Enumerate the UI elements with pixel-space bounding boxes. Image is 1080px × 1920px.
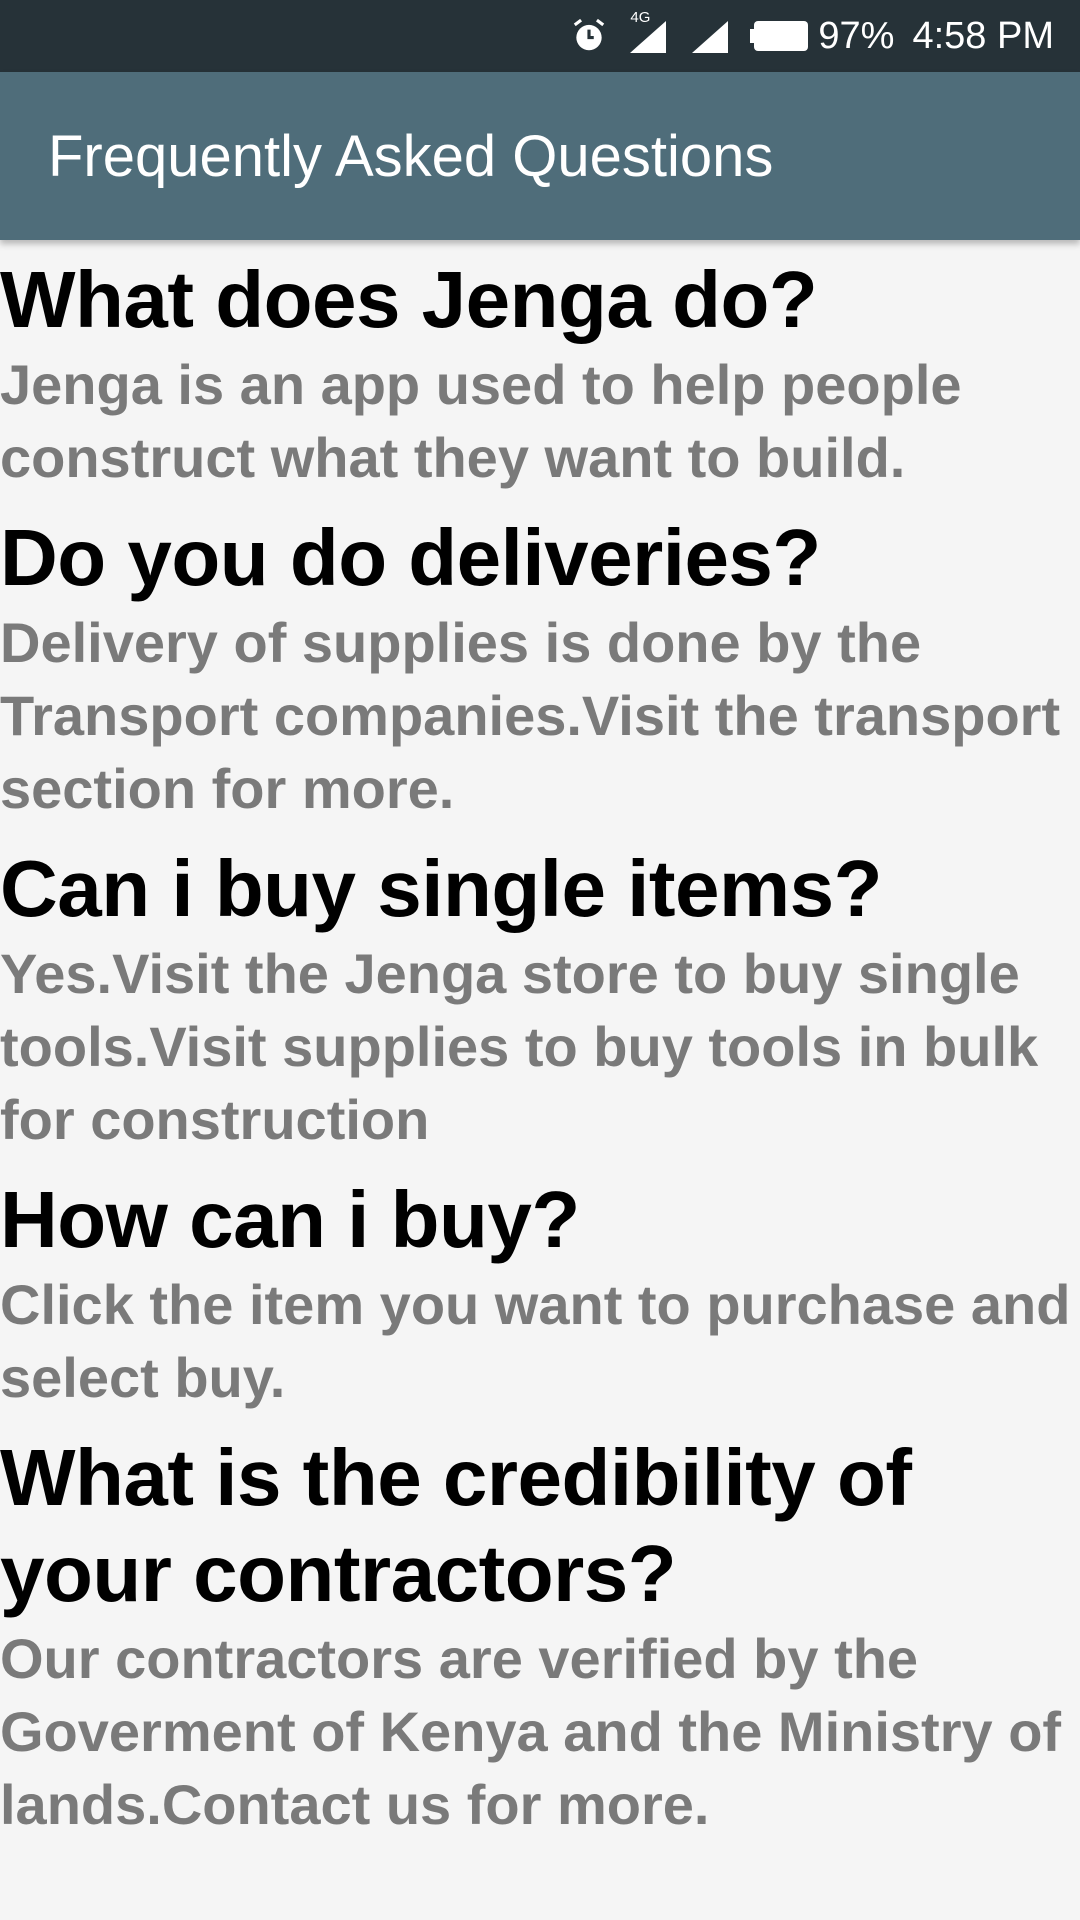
signal-icon: 4G [626, 9, 670, 55]
faq-item: What does Jenga do? Jenga is an app used… [0, 240, 1080, 498]
faq-question: What is the credibility of your contract… [0, 1433, 912, 1618]
faq-item: How can i buy? Click the item you want t… [0, 1160, 1080, 1418]
alarm-icon [570, 17, 608, 55]
signal-icon [688, 17, 732, 55]
faq-answer: Delivery of supplies is done by the Tran… [0, 611, 1061, 820]
faq-answer: Our contractors are verified by the Gove… [0, 1627, 1062, 1836]
faq-list[interactable]: What does Jenga do? Jenga is an app used… [0, 240, 1080, 1920]
status-bar: 4G 97% 4:58 PM [0, 0, 1080, 72]
faq-item: Can i buy single items? Yes.Visit the Je… [0, 829, 1080, 1160]
faq-question: What does Jenga do? [0, 255, 818, 344]
faq-question: Can i buy single items? [0, 844, 883, 933]
faq-answer: Jenga is an app used to help people cons… [0, 353, 962, 489]
network-type-label: 4G [630, 9, 651, 26]
page-title: Frequently Asked Questions [48, 123, 774, 189]
faq-answer: Click the item you want to purchase and … [0, 1273, 1071, 1409]
battery-icon [750, 21, 809, 51]
faq-question: Do you do deliveries? [0, 513, 821, 602]
faq-item: What is the credibility of your contract… [0, 1418, 1080, 1845]
app-bar: Frequently Asked Questions [0, 72, 1080, 240]
clock: 4:58 PM [912, 14, 1054, 57]
faq-question: How can i buy? [0, 1175, 580, 1264]
faq-item: Do you do deliveries? Delivery of suppli… [0, 498, 1080, 829]
faq-answer: Yes.Visit the Jenga store to buy single … [0, 942, 1039, 1151]
battery-percent: 97% [818, 14, 895, 57]
